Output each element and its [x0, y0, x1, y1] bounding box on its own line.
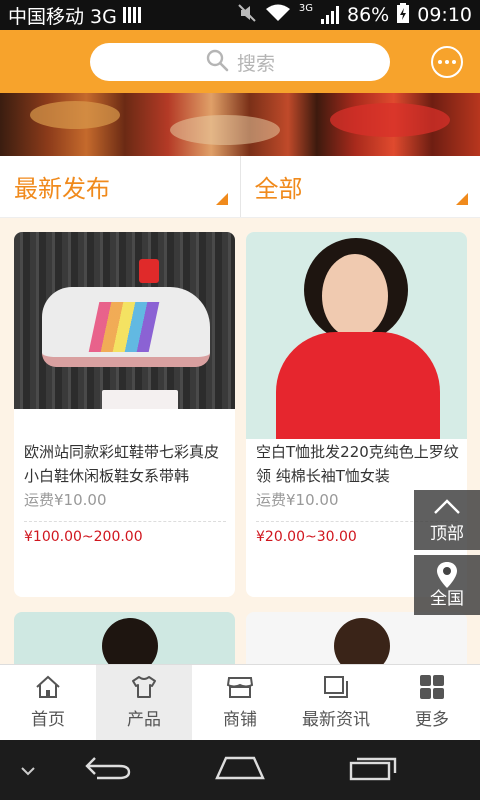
tab-products-label: 产品 [127, 710, 161, 730]
tab-shops-label: 商铺 [223, 710, 257, 730]
status-bar: 中国移动 3G 3G 86% 09:10 [0, 0, 480, 30]
tab-more-label: 更多 [415, 710, 449, 730]
tab-more[interactable]: 更多 [384, 665, 480, 740]
search-placeholder: 搜索 [236, 52, 275, 75]
back-button[interactable] [78, 752, 138, 788]
filter-bar: 最新发布 全部 [0, 156, 480, 218]
wifi-icon [265, 3, 291, 28]
product-image [14, 232, 235, 409]
product-card[interactable] [14, 612, 235, 672]
product-card[interactable] [246, 612, 467, 672]
home-nav-icon [214, 755, 266, 785]
tab-home-label: 首页 [31, 710, 65, 730]
home-nav-button[interactable] [210, 752, 270, 788]
signal-bars-icon [122, 7, 141, 23]
product-shipping: 运费¥10.00 [24, 491, 107, 509]
location-button[interactable]: 全国 [414, 555, 480, 615]
product-title: 欧洲站同款彩虹鞋带七彩真皮小白鞋休闲板鞋女系带韩 [24, 443, 220, 485]
hide-nav-button[interactable] [0, 752, 56, 788]
clock: 09:10 [417, 4, 472, 26]
chevron-down-icon [20, 761, 36, 780]
back-arrow-icon [83, 754, 133, 786]
tab-news[interactable]: 最新资讯 [288, 665, 384, 740]
filter-sort-dropdown[interactable]: 最新发布 [0, 156, 240, 217]
carrier-label: 中国移动 3G [8, 5, 117, 28]
filter-category-label: 全部 [254, 175, 303, 203]
location-pin-icon [435, 561, 459, 594]
tab-shops[interactable]: 商铺 [192, 665, 288, 740]
back-to-top-button[interactable]: 顶部 [414, 490, 480, 550]
product-price: ¥100.00~200.00 [24, 529, 143, 545]
tab-news-label: 最新资讯 [302, 710, 370, 730]
product-image [246, 232, 467, 439]
search-icon [205, 48, 229, 77]
header: 搜索 [0, 30, 480, 93]
cell-signal-icon [321, 6, 339, 24]
tab-bar: 首页 产品 商铺 最新资讯 更多 [0, 664, 480, 740]
tshirt-icon [130, 675, 158, 699]
battery-percent: 86% [347, 4, 390, 26]
system-nav-bar [0, 740, 480, 800]
tab-products[interactable]: 产品 [96, 665, 192, 740]
dropdown-corner-icon [456, 193, 468, 205]
product-title: 空白T恤批发220克纯色上罗纹领 纯棉长袖T恤女装 [256, 443, 459, 485]
product-card[interactable]: 欧洲站同款彩虹鞋带七彩真皮小白鞋休闲板鞋女系带韩 运费¥10.00 ¥100.0… [14, 232, 235, 597]
product-shipping: 运费¥10.00 [256, 491, 339, 509]
grid-icon [418, 675, 446, 699]
recent-apps-button[interactable] [344, 752, 404, 788]
filter-category-dropdown[interactable]: 全部 [239, 156, 480, 217]
news-icon [322, 675, 350, 699]
home-icon [34, 675, 62, 699]
network-type-label: 3G [298, 2, 313, 14]
chevron-up-icon [432, 496, 462, 521]
product-price: ¥20.00~30.00 [256, 529, 357, 545]
recent-apps-icon [349, 755, 399, 785]
dropdown-corner-icon [215, 193, 228, 205]
divider [24, 521, 226, 522]
back-to-top-label: 顶部 [430, 524, 464, 544]
mute-icon [237, 3, 257, 28]
battery-icon [397, 2, 410, 28]
tab-home[interactable]: 首页 [0, 665, 96, 740]
filter-sort-label: 最新发布 [14, 175, 110, 203]
banner-image[interactable] [0, 93, 480, 156]
search-input[interactable]: 搜索 [90, 43, 390, 81]
message-icon[interactable] [431, 46, 463, 78]
shop-icon [226, 675, 254, 699]
